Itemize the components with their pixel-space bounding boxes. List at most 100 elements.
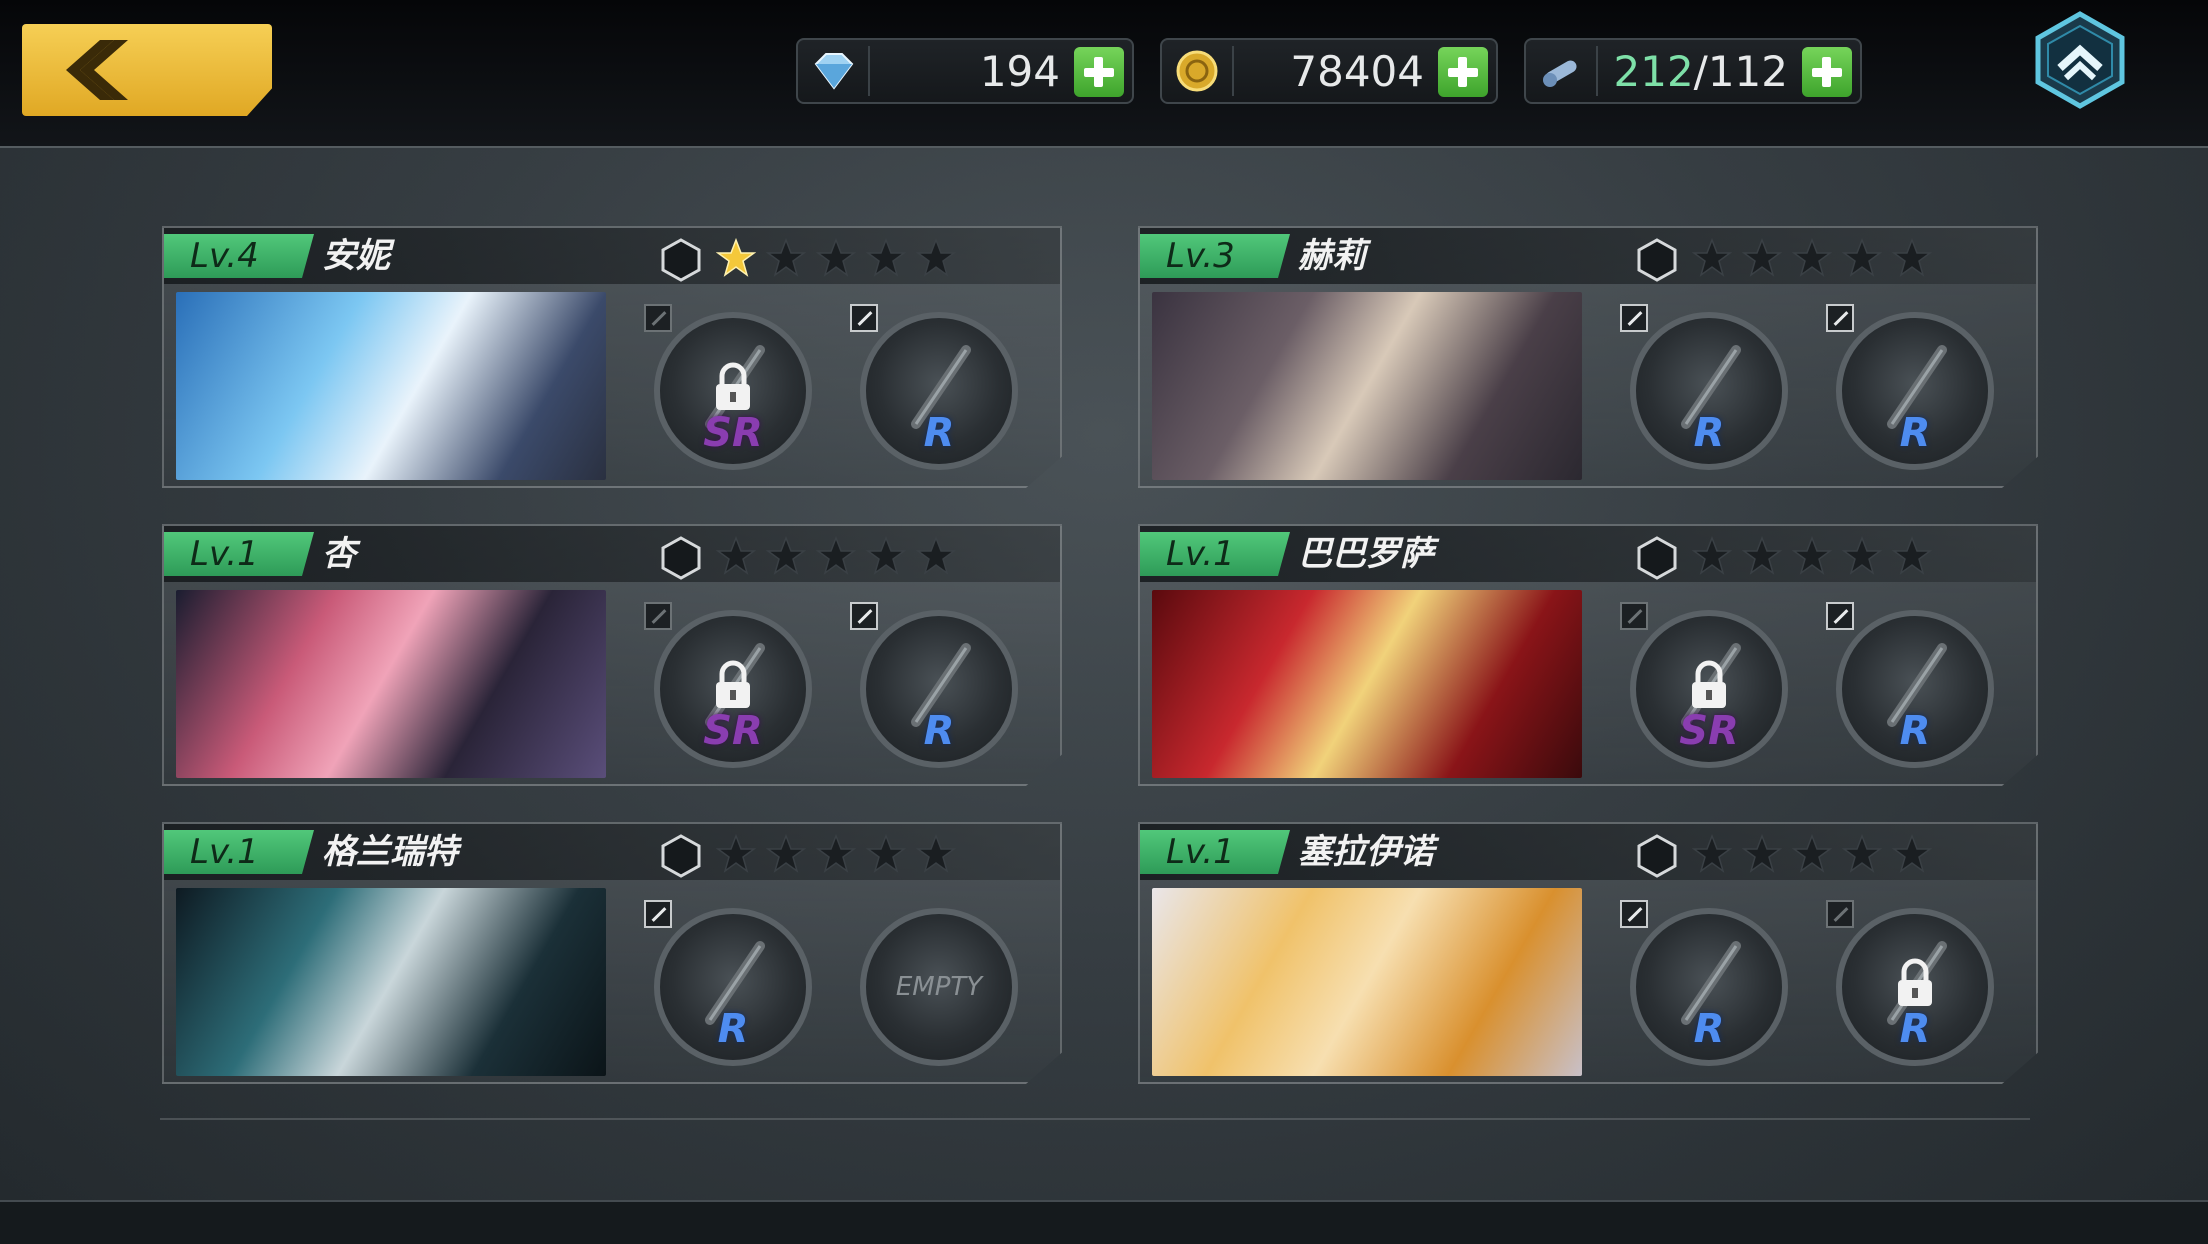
equipment-slot[interactable]: R [850,602,1018,768]
edit-icon[interactable] [1826,602,1854,630]
star-empty-icon [1691,237,1733,278]
level-badge: Lv.1 [1140,830,1290,874]
edit-icon[interactable] [1620,900,1648,928]
star-empty-icon [1791,833,1833,874]
rarity-label: R [923,410,955,456]
character-portrait [1152,590,1582,778]
character-name: 塞拉伊诺 [1298,832,1434,872]
back-arrow-icon [66,40,128,100]
star-empty-icon [765,833,807,874]
home-button[interactable] [2030,10,2130,110]
character-portrait [1152,292,1582,480]
stamina-value: 212/112 [1613,47,1789,96]
star-rating [715,237,966,278]
equipment-slot[interactable]: R [1620,900,1788,1066]
add-gold-button[interactable] [1438,47,1488,97]
card-header: Lv.1 杏 [164,526,1060,582]
equipment-slot[interactable]: SR [644,304,812,470]
level-badge: Lv.1 [164,830,314,874]
hexagon-icon [1637,834,1677,878]
star-empty-icon [1841,833,1883,874]
star-empty-icon [915,237,957,278]
star-empty-icon [1891,535,1933,576]
card-header: Lv.3 赫莉 [1140,228,2036,284]
gold-counter: 78404 [1160,38,1498,104]
hexagon-icon [661,238,701,282]
divider [1232,46,1234,96]
star-empty-icon [1841,535,1883,576]
star-empty-icon [765,535,807,576]
edit-icon[interactable] [850,602,878,630]
star-empty-icon [715,535,757,576]
star-rating [1691,237,1942,278]
edit-icon[interactable] [644,602,672,630]
edit-icon[interactable] [644,900,672,928]
star-empty-icon [1841,237,1883,278]
lock-icon [716,362,750,410]
edit-icon[interactable] [1620,602,1648,630]
rarity-label: SR [703,708,763,754]
hexagon-icon [661,536,701,580]
star-rating [1691,833,1942,874]
rarity-label: SR [703,410,763,456]
star-filled-icon [715,237,757,278]
add-stamina-button[interactable] [1802,47,1852,97]
edit-icon[interactable] [644,304,672,332]
character-name: 杏 [322,534,356,574]
star-empty-icon [815,237,857,278]
star-empty-icon [865,237,907,278]
equipment-slot[interactable]: R [1826,602,1994,768]
edit-icon[interactable] [1620,304,1648,332]
rarity-label: SR [1679,708,1739,754]
character-card[interactable]: Lv.3 赫莉 R R [1138,226,2038,488]
hexagon-icon [1637,536,1677,580]
gold-value: 78404 [1290,47,1424,96]
edit-icon[interactable] [850,304,878,332]
stamina-counter: 212/112 [1524,38,1862,104]
character-portrait [1152,888,1582,1076]
star-empty-icon [1691,833,1733,874]
rarity-label: R [1899,410,1931,456]
level-badge: Lv.4 [164,234,314,278]
star-empty-icon [765,237,807,278]
diamond-counter: 194 [796,38,1134,104]
character-card[interactable]: Lv.1 杏 SR R [162,524,1062,786]
equipment-slot[interactable]: R [644,900,812,1066]
star-empty-icon [715,833,757,874]
star-empty-icon [865,833,907,874]
lock-icon [1692,660,1726,708]
equipment-slot[interactable]: SR [644,602,812,768]
diamond-value: 194 [979,47,1060,96]
character-card[interactable]: Lv.1 塞拉伊诺 R R [1138,822,2038,1084]
character-card[interactable]: Lv.1 格兰瑞特 R EMPTY [162,822,1062,1084]
character-name: 巴巴罗萨 [1298,534,1434,574]
character-card[interactable]: Lv.4 安妮 SR R [162,226,1062,488]
character-portrait [176,888,606,1076]
gold-coin-icon [1176,50,1218,92]
star-empty-icon [1891,237,1933,278]
lock-icon [716,660,750,708]
equipment-slot[interactable]: R [1620,304,1788,470]
edit-icon[interactable] [1826,304,1854,332]
add-diamond-button[interactable] [1074,47,1124,97]
level-badge: Lv.3 [1140,234,1290,278]
edit-icon[interactable] [1826,900,1854,928]
stamina-icon [1543,60,1577,87]
bottom-bar [0,1200,2208,1244]
equipment-slot[interactable]: EMPTY [860,908,1018,1066]
equipment-slot[interactable]: R [1826,304,1994,470]
back-button[interactable] [22,24,272,116]
top-bar: 194 78404 212/112 [0,0,2208,148]
rarity-label: R [1693,410,1725,456]
star-empty-icon [815,833,857,874]
star-empty-icon [915,833,957,874]
level-badge: Lv.1 [164,532,314,576]
character-card[interactable]: Lv.1 巴巴罗萨 SR R [1138,524,2038,786]
character-name: 格兰瑞特 [322,832,458,872]
star-empty-icon [1741,535,1783,576]
equipment-slot[interactable]: R [1826,900,1994,1066]
empty-slot-label: EMPTY [895,972,983,1002]
equipment-slot[interactable]: SR [1620,602,1788,768]
equipment-slot[interactable]: R [850,304,1018,470]
card-header: Lv.1 塞拉伊诺 [1140,824,2036,880]
